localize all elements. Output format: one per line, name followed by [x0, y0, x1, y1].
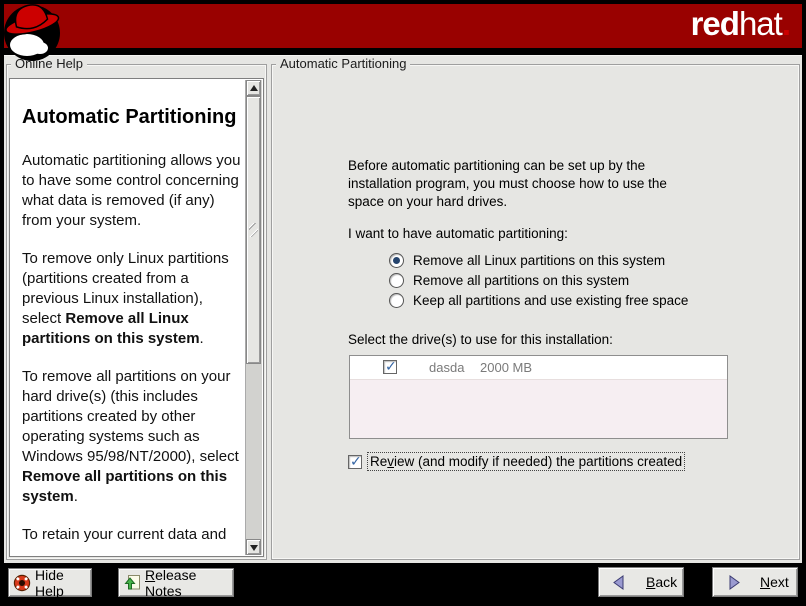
- help-scrollbar[interactable]: [245, 80, 262, 555]
- radio-option[interactable]: Remove all partitions on this system: [389, 271, 688, 290]
- banner-divider: [4, 48, 802, 55]
- intro-text: Before automatic partitioning can be set…: [348, 157, 690, 211]
- next-arrow-icon: [725, 574, 742, 591]
- radio-option[interactable]: Remove all Linux partitions on this syst…: [389, 251, 688, 270]
- drive-checkbox[interactable]: [383, 360, 397, 374]
- radio-group-prompt: I want to have automatic partitioning:: [348, 226, 568, 241]
- top-banner: [4, 4, 802, 48]
- release-notes-icon: [124, 574, 141, 591]
- radio-icon[interactable]: [389, 293, 404, 308]
- help-paragraph: To retain your current data and: [22, 525, 244, 545]
- help-title: Automatic Partitioning: [22, 105, 244, 129]
- drive-size: 2000 MB: [480, 360, 532, 375]
- online-help-frame: Online Help Automatic Partitioning Autom…: [6, 64, 267, 560]
- help-text-area[interactable]: Automatic Partitioning Automatic partiti…: [11, 80, 246, 555]
- help-paragraph: To remove only Linux partitions (partiti…: [22, 249, 244, 349]
- drive-name: dasda: [429, 360, 464, 375]
- next-button[interactable]: Next: [712, 567, 798, 597]
- hide-help-button[interactable]: Hide Help: [8, 568, 92, 597]
- review-checkbox-row[interactable]: Review (and modify if needed) the partit…: [348, 452, 685, 471]
- automatic-partitioning-frame: Automatic Partitioning Before automatic …: [271, 64, 800, 560]
- radio-option-label[interactable]: Remove all partitions on this system: [413, 273, 629, 288]
- drives-label: Select the drive(s) to use for this inst…: [348, 332, 613, 347]
- redhat-wordmark: redhat.: [691, 7, 790, 41]
- hide-help-label: Hide Help: [35, 567, 91, 599]
- wordmark-red: red: [691, 5, 739, 42]
- back-button[interactable]: Back: [598, 567, 684, 597]
- scroll-up-button[interactable]: [246, 80, 261, 96]
- release-notes-label: Release Notes: [145, 567, 233, 599]
- help-paragraph: Automatic partitioning allows you to hav…: [22, 151, 244, 231]
- scroll-down-button[interactable]: [246, 539, 261, 555]
- help-paragraphs: Automatic partitioning allows you to hav…: [22, 151, 244, 545]
- scrollbar-grip-icon: [249, 223, 258, 237]
- radio-option-label[interactable]: Remove all Linux partitions on this syst…: [413, 253, 665, 268]
- review-checkbox-label[interactable]: Review (and modify if needed) the partit…: [367, 452, 685, 471]
- drive-table[interactable]: dasda 2000 MB: [349, 355, 728, 439]
- wordmark-dot: .: [782, 5, 790, 42]
- redhat-shadowman-logo: [2, 2, 62, 62]
- life-buoy-icon: [13, 574, 31, 592]
- partitioning-radio-group: Remove all Linux partitions on this syst…: [389, 251, 688, 311]
- wordmark-hat: hat: [739, 5, 782, 42]
- radio-option[interactable]: Keep all partitions and use existing fre…: [389, 291, 688, 310]
- drive-row[interactable]: dasda 2000 MB: [350, 356, 727, 380]
- help-paragraph: To remove all partitions on your hard dr…: [22, 367, 244, 507]
- release-notes-button[interactable]: Release Notes: [118, 568, 234, 597]
- arrow-up-icon: [250, 85, 258, 91]
- back-arrow-icon: [611, 574, 628, 591]
- automatic-partitioning-frame-label: Automatic Partitioning: [276, 56, 410, 72]
- back-label: Back: [646, 574, 677, 590]
- radio-icon[interactable]: [389, 273, 404, 288]
- arrow-down-icon: [250, 545, 258, 551]
- help-box: Automatic Partitioning Automatic partiti…: [9, 78, 264, 557]
- radio-icon[interactable]: [389, 253, 404, 268]
- scrollbar-thumb[interactable]: [246, 96, 261, 364]
- review-checkbox[interactable]: [348, 455, 362, 469]
- next-label: Next: [760, 574, 789, 590]
- radio-option-label[interactable]: Keep all partitions and use existing fre…: [413, 293, 688, 308]
